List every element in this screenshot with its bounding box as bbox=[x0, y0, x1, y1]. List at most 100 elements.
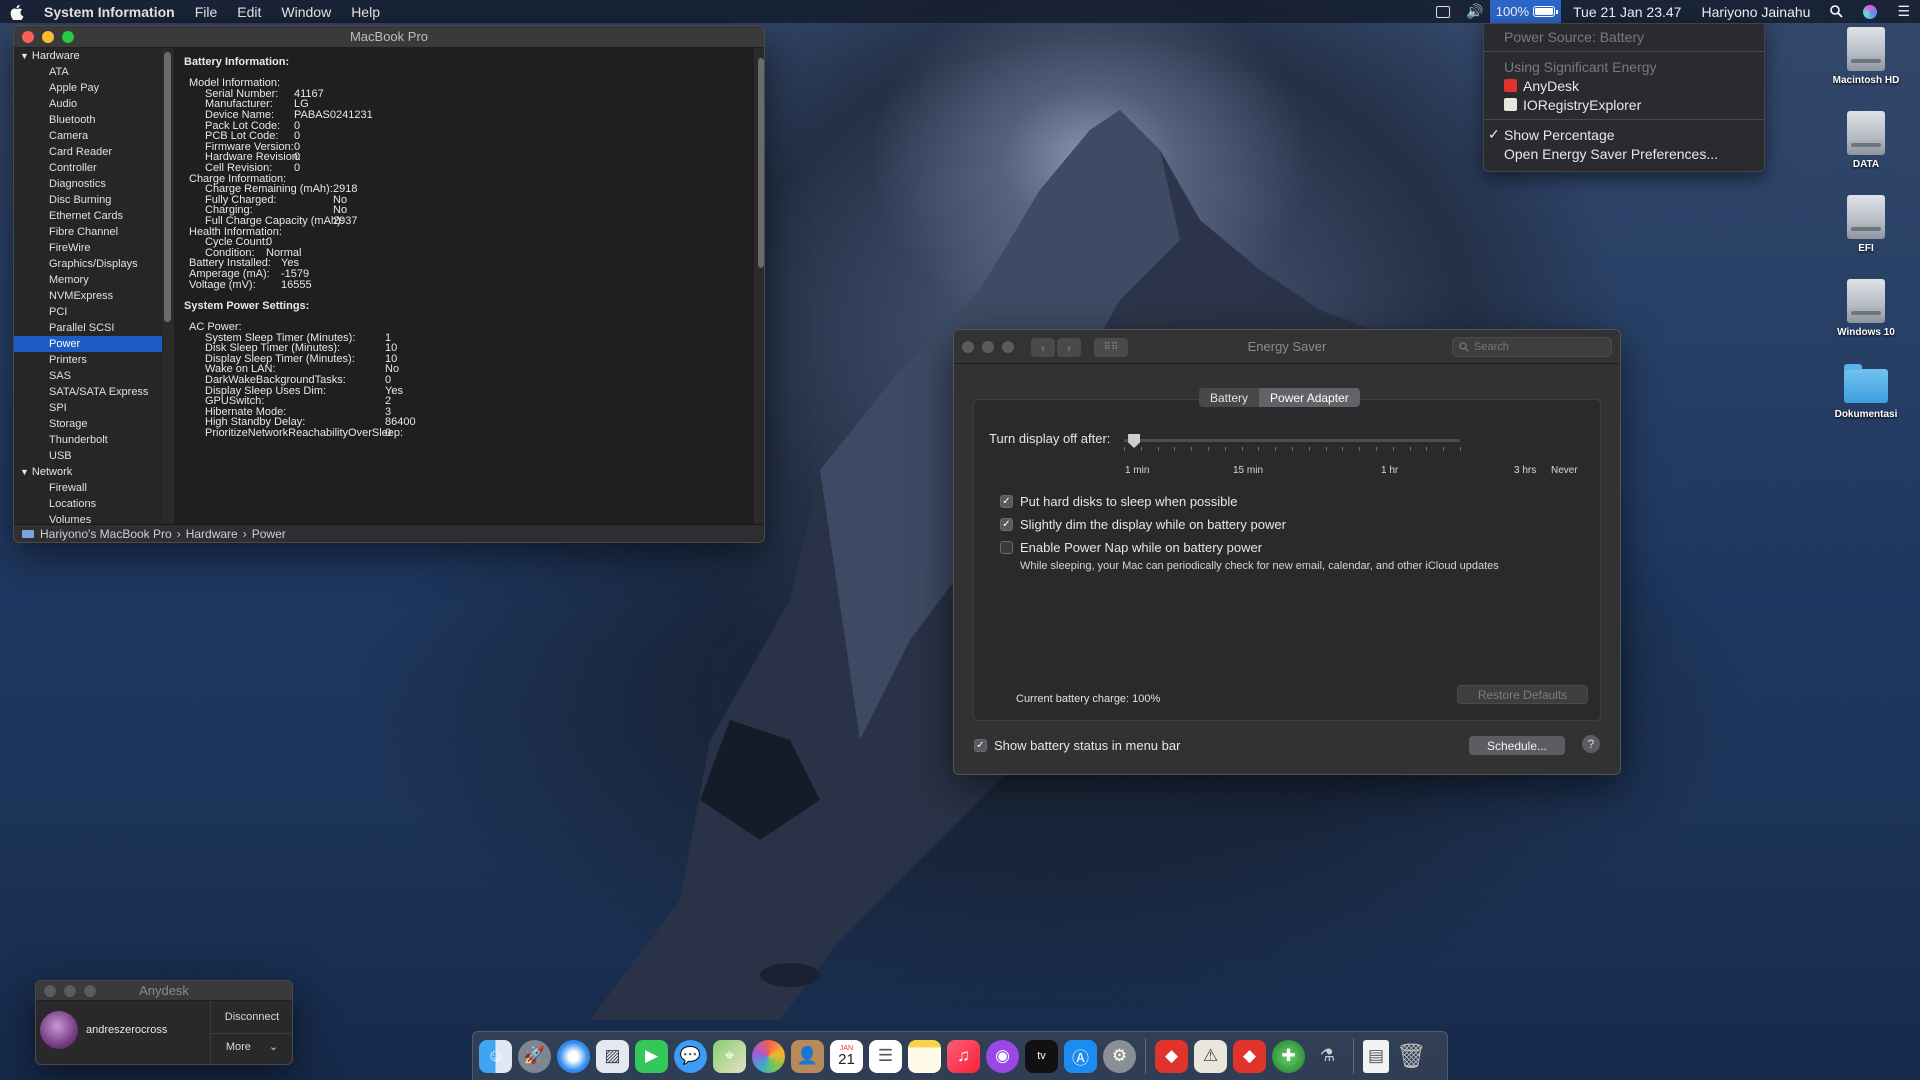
app-store-icon[interactable]: Ⓐ bbox=[1064, 1039, 1097, 1073]
sidebar-item-card-reader[interactable]: Card Reader bbox=[14, 144, 162, 160]
sidebar-item-controller[interactable]: Controller bbox=[14, 160, 162, 176]
sidebar-item-sas[interactable]: SAS bbox=[14, 368, 162, 384]
finder-icon[interactable]: ☺ bbox=[479, 1039, 512, 1073]
sidebar-item-usb[interactable]: USB bbox=[14, 448, 162, 464]
sidebar-item-memory[interactable]: Memory bbox=[14, 272, 162, 288]
help-button[interactable]: ? bbox=[1582, 735, 1600, 753]
sidebar-item-disc-burning[interactable]: Disc Burning bbox=[14, 192, 162, 208]
launchpad-icon[interactable]: 🚀 bbox=[518, 1039, 551, 1073]
disconnect-button[interactable]: Disconnect bbox=[211, 1007, 292, 1026]
sidebar-item-apple-pay[interactable]: Apple Pay bbox=[14, 80, 162, 96]
window-titlebar[interactable]: Anydesk bbox=[36, 981, 292, 1001]
podcasts-icon[interactable]: ◉ bbox=[986, 1039, 1019, 1073]
sidebar-item-audio[interactable]: Audio bbox=[14, 96, 162, 112]
sidebar-item-printers[interactable]: Printers bbox=[14, 352, 162, 368]
window-titlebar[interactable]: ‹ › ⠿⠿ Energy Saver Search bbox=[954, 330, 1620, 364]
sidebar-item-bluetooth[interactable]: Bluetooth bbox=[14, 112, 162, 128]
display-mirror-icon[interactable] bbox=[1426, 0, 1460, 23]
ioregistryexplorer-dock-icon[interactable]: ⚠ bbox=[1194, 1039, 1227, 1073]
display-sleep-slider[interactable] bbox=[1124, 434, 1461, 451]
energy-app-ioregistryexplorer[interactable]: IORegistryExplorer bbox=[1484, 95, 1764, 114]
clock[interactable]: Tue 21 Jan 23.47 bbox=[1561, 0, 1691, 23]
siri-icon[interactable] bbox=[1853, 0, 1887, 23]
sidebar-item-parallel-scsi[interactable]: Parallel SCSI bbox=[14, 320, 162, 336]
sidebar-item-ethernet-cards[interactable]: Ethernet Cards bbox=[14, 208, 162, 224]
system-preferences-icon[interactable]: ⚙ bbox=[1103, 1039, 1136, 1073]
show-percentage-item[interactable]: ✓ Show Percentage bbox=[1484, 125, 1764, 144]
desktop-icon-macintosh-hd[interactable]: Macintosh HD bbox=[1811, 27, 1920, 86]
sidebar-group-hardware[interactable]: ▼ Hardware bbox=[14, 48, 162, 64]
edit-menu[interactable]: Edit bbox=[227, 0, 271, 23]
utility-dock-icon[interactable]: ⚗ bbox=[1311, 1040, 1344, 1073]
notification-center-icon[interactable]: ☰ bbox=[1887, 0, 1920, 23]
sidebar-item-firewire[interactable]: FireWire bbox=[14, 240, 162, 256]
sidebar-item-nvmexpress[interactable]: NVMExpress bbox=[14, 288, 162, 304]
documents-stack-icon[interactable]: ▤ bbox=[1363, 1039, 1389, 1073]
user-menu[interactable]: Hariyono Jainahu bbox=[1691, 0, 1820, 23]
hackintool-dock-icon[interactable]: ✚ bbox=[1272, 1039, 1305, 1073]
anydesk-dock-icon[interactable]: ◆ bbox=[1155, 1039, 1188, 1073]
file-menu[interactable]: File bbox=[185, 0, 228, 23]
minimize-button[interactable] bbox=[42, 31, 54, 43]
slider-knob[interactable] bbox=[1128, 434, 1141, 448]
trash-icon[interactable]: 🗑 bbox=[1395, 1040, 1428, 1073]
maps-icon[interactable]: ⌖ bbox=[713, 1039, 746, 1073]
desktop-icon-data[interactable]: DATA bbox=[1811, 111, 1920, 170]
notes-icon[interactable] bbox=[908, 1039, 941, 1073]
window-menu[interactable]: Window bbox=[271, 0, 341, 23]
show-all-grid-icon[interactable]: ⠿⠿ bbox=[1094, 338, 1128, 357]
sidebar-item-spi[interactable]: SPI bbox=[14, 400, 162, 416]
desktop-icon-dokumentasi[interactable]: Dokumentasi bbox=[1811, 363, 1920, 420]
sidebar-item-storage[interactable]: Storage bbox=[14, 416, 162, 432]
app-menu[interactable]: System Information bbox=[34, 0, 185, 23]
apple-menu-icon[interactable] bbox=[0, 0, 34, 23]
zoom-button[interactable] bbox=[62, 31, 74, 43]
calendar-icon[interactable]: JAN 21 bbox=[830, 1039, 863, 1073]
sidebar-item-ata[interactable]: ATA bbox=[14, 64, 162, 80]
sidebar-item-fibre-channel[interactable]: Fibre Channel bbox=[14, 224, 162, 240]
minimize-button[interactable] bbox=[64, 985, 76, 997]
help-menu[interactable]: Help bbox=[341, 0, 390, 23]
path-item[interactable]: Hardware bbox=[186, 527, 238, 541]
facetime-icon[interactable]: ▶ bbox=[635, 1039, 668, 1073]
reminders-icon[interactable]: ☰ bbox=[869, 1039, 902, 1073]
desktop-icon-windows10[interactable]: Windows 10 bbox=[1811, 279, 1920, 338]
spotlight-search-icon[interactable] bbox=[1820, 0, 1853, 23]
power-nap-checkbox[interactable]: Enable Power Nap while on battery power bbox=[1000, 540, 1262, 555]
apple-tv-icon[interactable]: tv bbox=[1025, 1039, 1058, 1073]
preview-icon[interactable]: ▨ bbox=[596, 1039, 629, 1073]
desktop-icon-efi[interactable]: EFI bbox=[1811, 195, 1920, 254]
more-button[interactable]: More ⌄ bbox=[211, 1037, 292, 1056]
volume-icon[interactable]: 🔊 bbox=[1460, 0, 1489, 23]
schedule-button[interactable]: Schedule... bbox=[1469, 736, 1565, 755]
zoom-button[interactable] bbox=[84, 985, 96, 997]
show-battery-status-checkbox[interactable]: ✓ Show battery status in menu bar bbox=[974, 738, 1180, 753]
minimize-button[interactable] bbox=[982, 341, 994, 353]
contacts-icon[interactable]: 👤 bbox=[791, 1039, 824, 1073]
battery-status-menu[interactable]: 100% bbox=[1489, 0, 1562, 23]
safari-icon[interactable]: ✦ bbox=[557, 1039, 590, 1073]
photos-icon[interactable] bbox=[752, 1039, 785, 1073]
close-button[interactable] bbox=[962, 341, 974, 353]
sidebar-item-power[interactable]: Power bbox=[14, 336, 162, 352]
messages-icon[interactable]: 💬 bbox=[674, 1039, 707, 1073]
close-button[interactable] bbox=[44, 985, 56, 997]
dim-display-checkbox[interactable]: ✓ Slightly dim the display while on batte… bbox=[1000, 517, 1286, 532]
forward-button[interactable]: › bbox=[1057, 338, 1081, 357]
sidebar-item-firewall[interactable]: Firewall bbox=[14, 480, 162, 496]
sidebar-item-diagnostics[interactable]: Diagnostics bbox=[14, 176, 162, 192]
window-titlebar[interactable]: MacBook Pro bbox=[14, 26, 764, 48]
sidebar-item-pci[interactable]: PCI bbox=[14, 304, 162, 320]
restore-defaults-button[interactable]: Restore Defaults bbox=[1457, 685, 1588, 704]
path-item[interactable]: Hariyono's MacBook Pro bbox=[40, 527, 172, 541]
music-icon[interactable]: ♫ bbox=[947, 1039, 980, 1073]
open-energy-prefs-item[interactable]: Open Energy Saver Preferences... bbox=[1484, 144, 1764, 163]
detail-scrollbar[interactable] bbox=[758, 58, 764, 268]
path-item[interactable]: Power bbox=[252, 527, 286, 541]
sidebar-scrollbar[interactable] bbox=[164, 52, 171, 322]
back-button[interactable]: ‹ bbox=[1031, 338, 1055, 357]
search-field[interactable]: Search bbox=[1452, 337, 1612, 357]
sidebar-item-sata-sata-express[interactable]: SATA/SATA Express bbox=[14, 384, 162, 400]
zoom-button[interactable] bbox=[1002, 341, 1014, 353]
close-button[interactable] bbox=[22, 31, 34, 43]
